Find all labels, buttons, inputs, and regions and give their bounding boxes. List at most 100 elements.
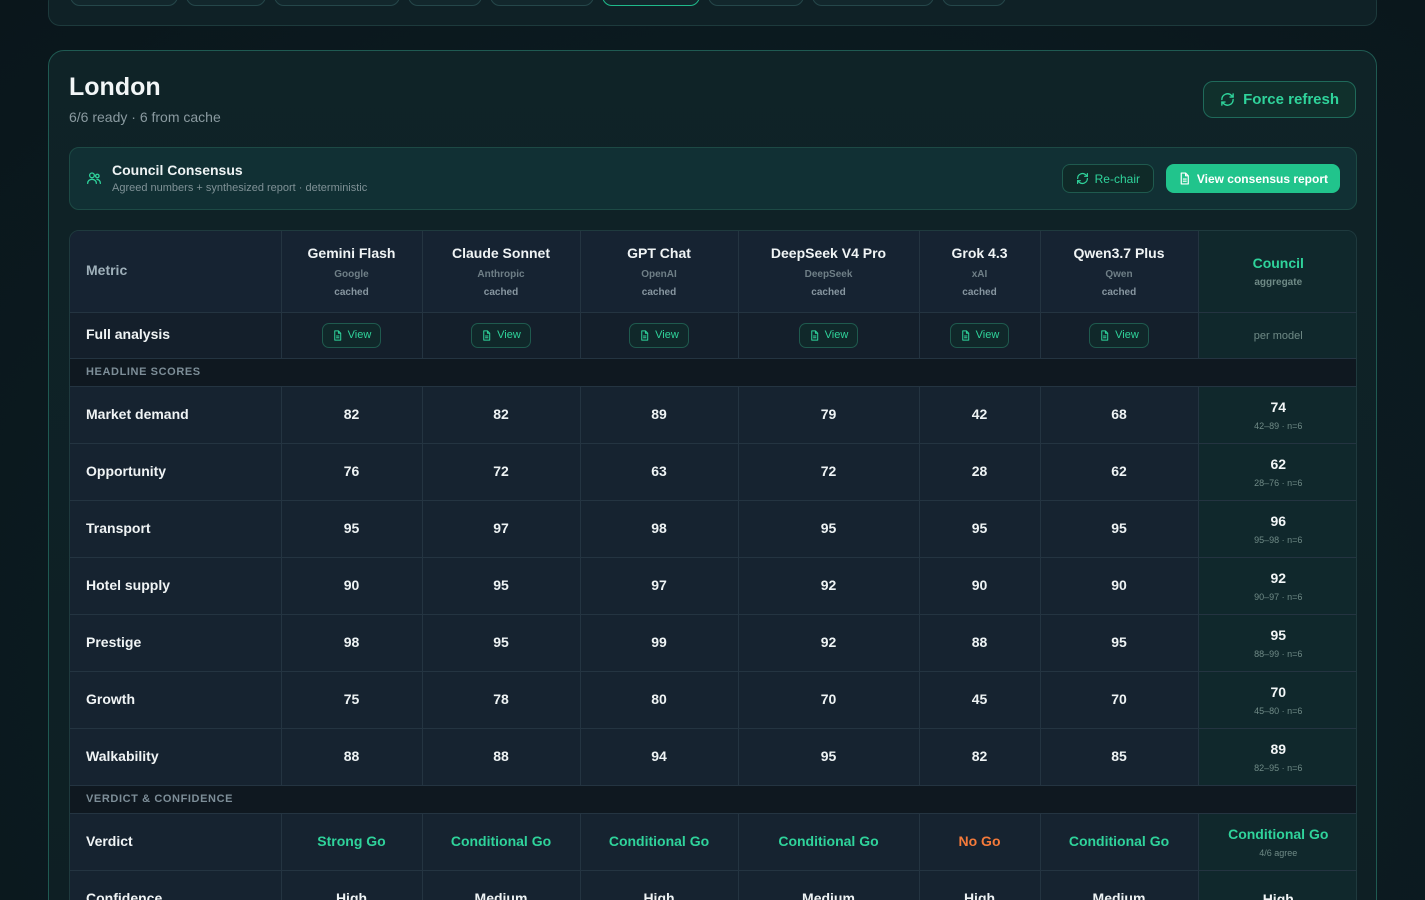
council-header: Council aggregate (1197, 231, 1356, 313)
score-cell: 80 (580, 671, 739, 729)
row-label: Hotel supply (70, 557, 282, 615)
top-tab-active[interactable] (602, 0, 700, 6)
verdict-cell: Conditional Go (580, 813, 739, 871)
refresh-icon (1076, 173, 1088, 184)
top-tab[interactable] (708, 0, 804, 6)
row-label: Confidence (70, 870, 282, 900)
consensus-title: Council Consensus (112, 162, 243, 178)
score-cell: 97 (580, 557, 739, 615)
view-analysis-button[interactable]: View (321, 322, 382, 348)
table-row: Transport 95 97 98 95 95 95 96 95–98 · n=6 (70, 500, 1356, 558)
score-cell: 88 (919, 614, 1041, 672)
council-aggregate-cell: 62 28–76 · n=6 (1197, 443, 1356, 501)
council-aggregate-cell: 74 42–89 · n=6 (1197, 386, 1356, 444)
score-cell: 63 (580, 443, 739, 501)
score-cell: 95 (422, 557, 581, 615)
score-cell: 89 (580, 386, 739, 444)
model-header-claude: Claude Sonnet Anthropic cached (422, 231, 581, 313)
verdict-cell: Conditional Go (738, 813, 920, 871)
consensus-subtitle: Agreed numbers + synthesized report · de… (112, 182, 368, 194)
top-tab[interactable] (408, 0, 482, 6)
view-cell: View (580, 312, 739, 359)
force-refresh-button[interactable]: Force refresh (1203, 81, 1356, 118)
table-header-row: Metric Gemini Flash Google cached Claude S… (70, 231, 1356, 313)
view-analysis-button[interactable]: View (471, 322, 531, 348)
score-cell: 92 (738, 557, 920, 615)
table-row: Opportunity 76 72 63 72 28 62 62 28–76 · n=6 (70, 443, 1356, 501)
score-cell: 99 (580, 614, 739, 672)
score-cell: 82 (422, 386, 581, 444)
document-icon (483, 329, 491, 341)
top-tab[interactable] (186, 0, 266, 6)
score-cell: 68 (1040, 386, 1199, 444)
council-consensus-bar: Council Consensus Agreed numbers + synth… (69, 147, 1357, 210)
top-tab[interactable] (942, 0, 1006, 6)
score-cell: 88 (422, 728, 581, 786)
view-label: View (497, 329, 521, 341)
model-header-gemini: Gemini Flash Google cached (281, 231, 423, 313)
score-cell: 28 (919, 443, 1041, 501)
view-analysis-button[interactable]: View (949, 322, 1010, 348)
score-cell: 82 (919, 728, 1041, 786)
document-icon (1180, 172, 1189, 185)
view-analysis-button[interactable]: View (629, 322, 689, 348)
per-model-note: per model (1197, 312, 1356, 359)
row-label: Walkability (70, 728, 282, 786)
view-cell: View (738, 312, 920, 359)
force-refresh-label: Force refresh (1243, 91, 1339, 108)
score-cell: 95 (281, 500, 423, 558)
score-cell: 72 (738, 443, 920, 501)
confidence-cell: High (919, 870, 1041, 900)
score-cell: 92 (738, 614, 920, 672)
view-consensus-report-button[interactable]: View consensus report (1165, 164, 1340, 193)
view-label: View (347, 329, 372, 341)
council-aggregate-cell: 89 82–95 · n=6 (1197, 728, 1356, 786)
document-icon (810, 329, 818, 341)
view-cell: View (281, 312, 423, 359)
score-cell: 94 (580, 728, 739, 786)
council-verdict-cell: Conditional Go 4/6 agree (1197, 813, 1356, 871)
score-cell: 82 (281, 386, 423, 444)
score-cell: 90 (1040, 557, 1199, 615)
score-cell: 62 (1040, 443, 1199, 501)
top-tab[interactable] (274, 0, 400, 6)
score-cell: 98 (580, 500, 739, 558)
score-cell: 95 (1040, 500, 1199, 558)
document-icon (641, 329, 649, 341)
view-cell: View (422, 312, 581, 359)
section-headline-scores: HEADLINE SCORES (70, 358, 1356, 387)
score-cell: 95 (919, 500, 1041, 558)
comparison-table: Metric Gemini Flash Google cached Claude S… (69, 230, 1357, 900)
top-tab[interactable] (490, 0, 594, 6)
rechair-button[interactable]: Re-chair (1061, 164, 1154, 193)
confidence-cell: Medium (1040, 870, 1199, 900)
row-label: Full analysis (70, 312, 282, 359)
score-cell: 97 (422, 500, 581, 558)
confidence-cell: High (281, 870, 423, 900)
view-analysis-button[interactable]: View (798, 322, 859, 348)
score-cell: 95 (1040, 614, 1199, 672)
confidence-cell: High (580, 870, 739, 900)
council-aggregate-cell: 96 95–98 · n=6 (1197, 500, 1356, 558)
score-cell: 78 (422, 671, 581, 729)
score-cell: 42 (919, 386, 1041, 444)
rechair-label: Re-chair (1094, 171, 1140, 186)
score-cell: 75 (281, 671, 423, 729)
view-analysis-button[interactable]: View (1089, 322, 1149, 348)
users-icon (87, 172, 101, 184)
score-cell: 90 (281, 557, 423, 615)
top-tab[interactable] (70, 0, 178, 6)
top-tab[interactable] (812, 0, 934, 6)
row-label: Growth (70, 671, 282, 729)
confidence-row: Confidence High Medium High Medium High Medium… (70, 870, 1356, 900)
view-label: View (655, 329, 679, 341)
score-cell: 98 (281, 614, 423, 672)
score-cell: 95 (422, 614, 581, 672)
model-header-deepseek: DeepSeek V4 Pro DeepSeek cached (738, 231, 920, 313)
council-aggregate-cell: 95 88–99 · n=6 (1197, 614, 1356, 672)
section-label: HEADLINE SCORES (70, 358, 1356, 387)
score-cell: 70 (738, 671, 920, 729)
city-card: London 6/6 ready · 6 from cache Force re… (48, 50, 1377, 900)
section-verdict-confidence: VERDICT & CONFIDENCE (70, 785, 1356, 814)
council-aggregate-cell: 92 90–97 · n=6 (1197, 557, 1356, 615)
